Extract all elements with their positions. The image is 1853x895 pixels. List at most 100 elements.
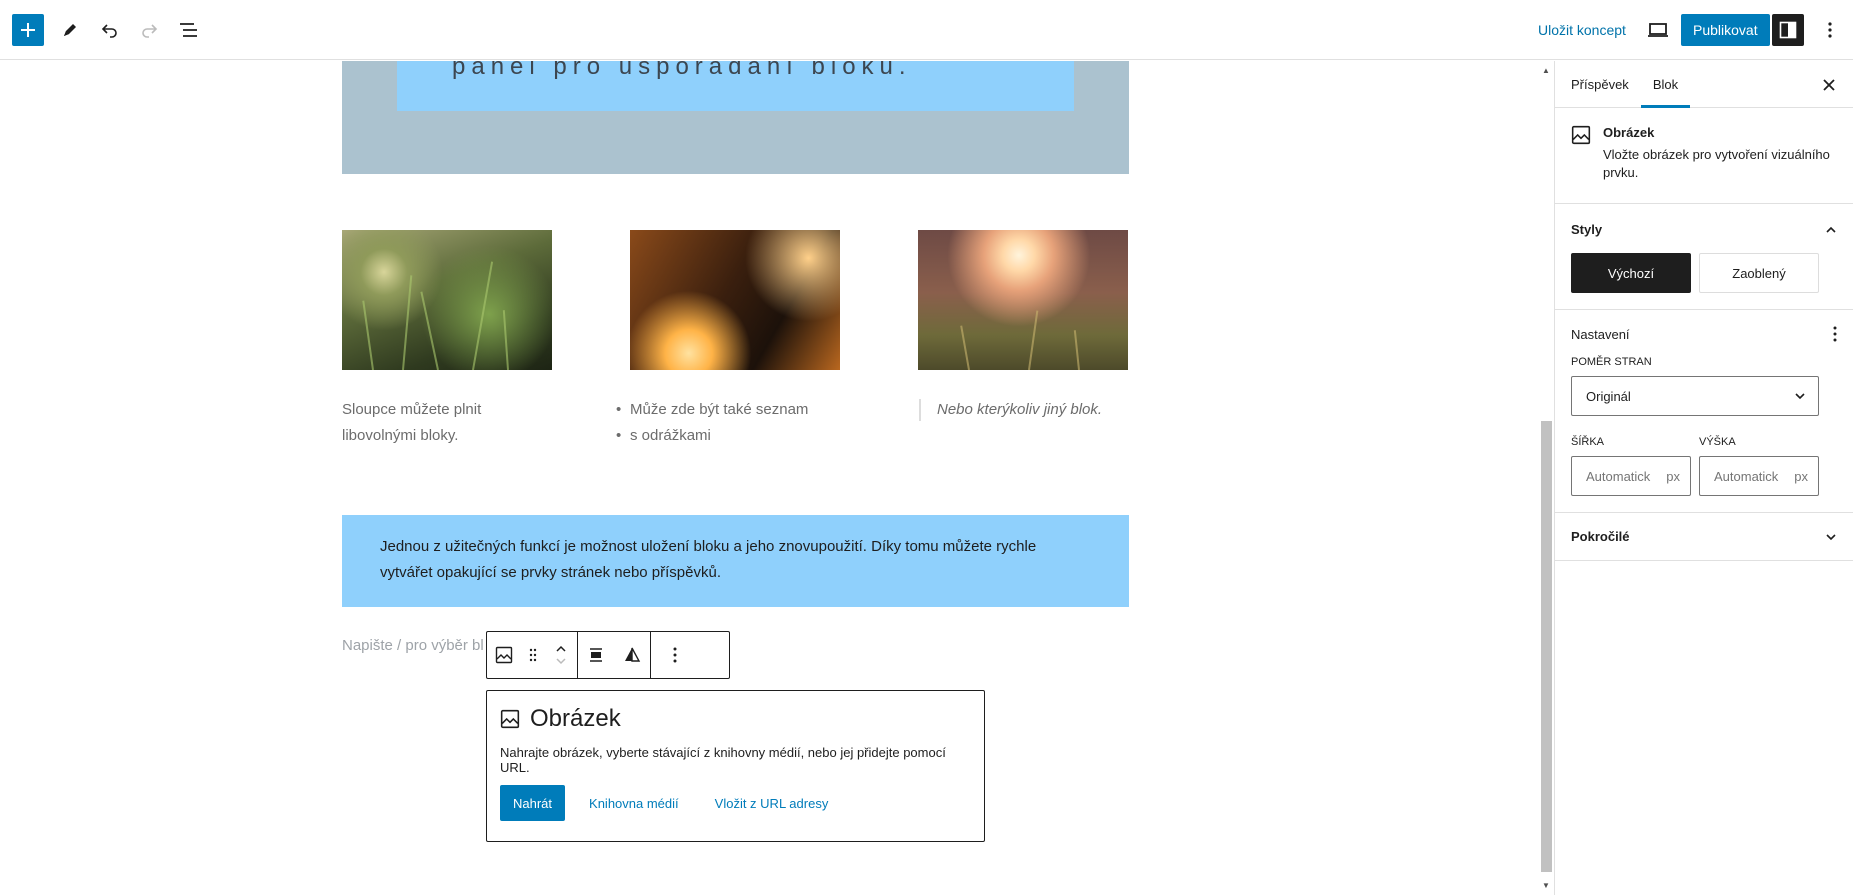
block-card: Obrázek Vložte obrázek pro vytvoření viz… [1555,108,1853,204]
chevron-down-icon[interactable] [555,655,567,667]
list-view-icon [180,23,197,37]
pencil-icon [64,24,76,36]
settings-toggle-button[interactable] [1772,14,1804,46]
dimensions-row: ŠÍŘKA Automatick px VÝŠKA Automatick px [1571,420,1837,496]
advanced-panel: Pokročilé [1555,513,1853,561]
style-default-button[interactable]: Výchozí [1571,253,1691,293]
editor-canvas: panel pro uspořádání bloku. Sloupce může… [0,61,1538,894]
block-card-title: Obrázek [1603,125,1655,140]
height-input[interactable]: Automatick px [1699,456,1819,496]
align-button[interactable] [578,632,614,678]
settings-panel-header: Nastavení [1571,326,1837,342]
height-label: VÝŠKA [1699,436,1736,448]
align-icon [590,648,602,662]
paragraph-placeholder[interactable]: Napište / pro výběr bl [342,637,484,654]
block-toolbar [486,631,730,679]
width-input[interactable]: Automatick px [1571,456,1691,496]
chevron-down-icon [1826,533,1836,540]
column-quote[interactable]: Nebo kterýkoliv jiný blok. [919,399,1129,421]
style-rounded-button[interactable]: Zaoblený [1699,253,1819,293]
image-block-title: Obrázek [530,705,621,732]
column-image-sunset[interactable] [918,230,1128,370]
redo-button[interactable] [131,12,167,48]
aspect-ratio-value: Originál [1586,388,1631,404]
flip-icon [625,647,641,662]
close-sidebar-button[interactable] [1817,73,1841,97]
block-card-description: Vložte obrázek pro vytvoření vizuálního … [1603,147,1830,180]
image-block-placeholder: Obrázek Nahrajte obrázek, vyberte stávaj… [486,690,985,842]
undo-button[interactable] [92,12,128,48]
height-unit: px [1794,468,1808,484]
media-library-button[interactable]: Knihovna médií [577,785,691,821]
width-placeholder: Automatick [1586,468,1651,484]
styles-panel: Styly Výchozí Zaoblený [1555,204,1853,310]
column-image-grass[interactable] [342,230,552,370]
chevron-down-icon [1795,393,1805,400]
image-block-actions: Nahrát Knihovna médií Vložit z URL adres… [500,785,971,821]
aspect-ratio-select[interactable]: Originál [1571,376,1819,416]
editor-header: Uložit koncept Publikovat [0,0,1853,60]
redo-icon [142,24,158,38]
reusable-block-notice[interactable]: Jednou z užitečných funkcí je možnost ul… [342,515,1129,607]
upload-button[interactable]: Nahrát [500,785,566,821]
settings-panel: Nastavení POMĚR STRAN Originál ŠÍŘKA Aut… [1555,310,1853,513]
publish-button[interactable]: Publikovat [1681,14,1770,46]
chevron-up-icon [1826,226,1836,233]
more-vertical-icon[interactable] [1833,326,1837,342]
options-button[interactable] [1812,12,1848,48]
block-toolbar-group-parent [487,632,578,678]
styles-panel-toggle[interactable]: Styly [1571,222,1837,237]
block-options-button[interactable] [651,632,699,678]
add-block-button[interactable] [12,14,44,46]
image-icon [1571,125,1591,145]
insert-from-url-button[interactable]: Vložit z URL adresy [703,785,841,821]
undo-icon [101,24,117,38]
advanced-panel-toggle[interactable]: Pokročilé [1571,529,1837,544]
desktop-preview-icon [1648,23,1668,37]
close-icon [1823,79,1835,91]
duotone-button[interactable] [614,632,650,678]
scroll-up-arrow[interactable]: ▲ [1541,65,1551,75]
sidebar-tabs: Příspěvek Blok [1555,61,1853,108]
image-block-header: Obrázek [500,705,971,733]
chevron-up-icon[interactable] [555,643,567,655]
block-mover [545,632,577,678]
column-paragraph[interactable]: Sloupce můžete plnit libovolnými bloky. [342,397,542,449]
column-list[interactable]: Může zde být také seznam s odrážkami [616,397,840,449]
image-block-description: Nahrajte obrázek, vyberte stávající z kn… [500,745,946,775]
sidebar-toggle-icon [1779,21,1797,39]
settings-sidebar: Příspěvek Blok Obrázek Vložte obrázek pr… [1554,61,1853,895]
aspect-ratio-label: POMĚR STRAN [1571,356,1652,368]
drag-handle[interactable] [521,632,545,678]
image-icon [495,646,513,664]
plus-icon [21,23,35,37]
list-item[interactable]: s odrážkami [616,423,840,449]
image-icon [500,709,520,729]
styles-panel-title: Styly [1571,222,1603,237]
list-view-button[interactable] [171,12,207,48]
tools-button[interactable] [52,12,88,48]
block-styles: Výchozí Zaoblený [1571,253,1837,293]
block-type-button[interactable] [487,632,521,678]
save-draft-button[interactable]: Uložit koncept [1530,14,1634,46]
tab-block[interactable]: Blok [1640,61,1691,108]
settings-panel-title: Nastavení [1571,326,1630,342]
cover-text[interactable]: panel pro uspořádání bloku. [452,61,912,81]
cover-inner-panel: panel pro uspořádání bloku. [397,61,1074,111]
drag-handle-icon [529,648,537,662]
width-unit: px [1666,468,1680,484]
tab-post[interactable]: Příspěvek [1559,61,1641,107]
width-control: ŠÍŘKA Automatick px [1571,420,1691,496]
preview-button[interactable] [1640,12,1676,48]
advanced-panel-title: Pokročilé [1571,529,1630,544]
height-control: VÝŠKA Automatick px [1699,420,1819,496]
list-item[interactable]: Může zde být také seznam [616,397,840,423]
column-image-tree[interactable] [630,230,840,370]
cover-block[interactable]: panel pro uspořádání bloku. [342,61,1129,174]
canvas-scrollbar-thumb[interactable] [1541,421,1552,872]
block-toolbar-group-align [578,632,651,678]
scroll-down-arrow[interactable]: ▼ [1541,880,1551,890]
more-vertical-icon [1828,22,1832,38]
height-placeholder: Automatick [1714,468,1779,484]
block-toolbar-group-options [651,632,699,678]
